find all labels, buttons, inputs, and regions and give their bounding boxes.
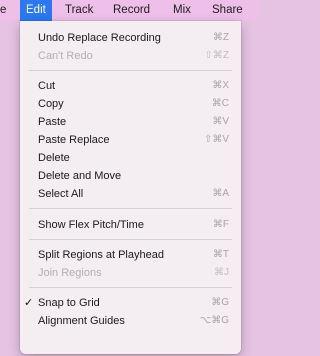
menu-item-label: Paste (38, 116, 67, 128)
menu-separator (29, 287, 232, 288)
menu-item-label: Undo Replace Recording (38, 32, 161, 44)
shortcut-label: ⌘A (212, 188, 229, 199)
shortcut-label: ⌘C (211, 98, 229, 109)
menu-item-join-regions[interactable]: Join Regions ⌘J (20, 265, 241, 281)
menu-bar: e Edit Track Record Mix Share (0, 0, 258, 21)
menu-item-label: Alignment Guides (38, 315, 125, 327)
shortcut-label: ⌘T (212, 249, 229, 260)
menu-item-alignment-guides[interactable]: Alignment Guides ⌥⌘G (20, 313, 241, 329)
menubar-item-mix[interactable]: Mix (173, 0, 191, 21)
menu-item-split-regions[interactable]: Split Regions at Playhead ⌘T (20, 247, 241, 263)
menu-item-cut[interactable]: Cut ⌘X (20, 78, 241, 94)
menu-item-label: Cut (38, 80, 56, 92)
menubar-item-track[interactable]: Track (65, 0, 93, 21)
shortcut-label: ⌘J (214, 267, 229, 278)
menu-item-snap-to-grid[interactable]: ✓ Snap to Grid ⌘G (20, 295, 241, 311)
menu-item-show-flex[interactable]: Show Flex Pitch/Time ⌘F (20, 217, 241, 233)
menu-item-label: Show Flex Pitch/Time (38, 219, 144, 231)
menubar-item-file[interactable]: e (0, 0, 6, 21)
shortcut-label: ⇧⌘V (203, 134, 229, 145)
shortcut-label: ⌘G (211, 297, 229, 308)
menu-item-label: Select All (38, 188, 84, 200)
shortcut-label: ⇧⌘Z (204, 50, 230, 61)
shortcut-label: ⌥⌘G (199, 315, 229, 326)
menu-item-select-all[interactable]: Select All ⌘A (20, 186, 241, 202)
menu-item-label: Copy (38, 98, 64, 110)
menu-separator (29, 208, 232, 209)
edit-menu: Undo Replace Recording ⌘Z Can't Redo ⇧⌘Z… (20, 21, 241, 354)
menu-item-label: Join Regions (38, 267, 102, 279)
shortcut-label: ⌘F (212, 219, 229, 230)
menu-item-label: Snap to Grid (38, 297, 100, 309)
menubar-item-record[interactable]: Record (113, 0, 150, 21)
checkmark-icon: ✓ (24, 297, 34, 309)
menubar-item-share[interactable]: Share (212, 0, 243, 21)
menu-item-undo[interactable]: Undo Replace Recording ⌘Z (20, 30, 241, 46)
menu-item-label: Can't Redo (38, 50, 93, 62)
shortcut-label: ⌘Z (212, 32, 229, 43)
menu-item-paste[interactable]: Paste ⌘V (20, 114, 241, 130)
menu-item-label: Paste Replace (38, 134, 110, 146)
menu-item-paste-replace[interactable]: Paste Replace ⇧⌘V (20, 132, 241, 148)
menu-item-label: Delete (38, 152, 70, 164)
menu-separator (29, 70, 232, 71)
menubar-item-edit[interactable]: Edit (20, 0, 52, 21)
menu-item-label: Delete and Move (38, 170, 122, 182)
menu-item-label: Split Regions at Playhead (38, 249, 164, 261)
menu-item-redo[interactable]: Can't Redo ⇧⌘Z (20, 48, 241, 64)
menu-item-delete[interactable]: Delete (20, 150, 241, 166)
menu-separator (29, 239, 232, 240)
menu-item-copy[interactable]: Copy ⌘C (20, 96, 241, 112)
shortcut-label: ⌘V (212, 116, 229, 127)
menu-item-delete-and-move[interactable]: Delete and Move (20, 168, 241, 184)
shortcut-label: ⌘X (212, 80, 229, 91)
